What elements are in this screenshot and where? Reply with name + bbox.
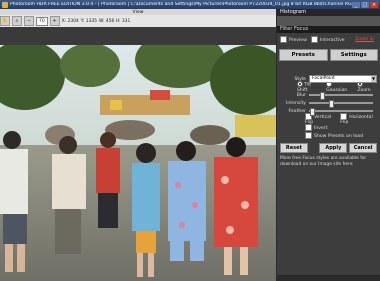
menu-view[interactable]: View	[133, 10, 144, 15]
interactive-checkbox[interactable]: Interactive	[310, 36, 345, 43]
intensity-label: Intensity	[286, 100, 306, 106]
filter-focus-header: Filter Focus	[277, 26, 380, 33]
zoom-in-icon[interactable]: +	[49, 16, 60, 26]
horizontal-flip-checkbox[interactable]: Horizontal Flip	[340, 113, 377, 125]
window-title: Photoroom HDR FREE EDITION 3.0.4 - [ Pho…	[10, 2, 352, 7]
style-select[interactable]: FocalPoint ▼	[309, 75, 377, 83]
zoom-out-icon[interactable]: −	[24, 16, 34, 26]
invert-checkbox[interactable]: Invert	[305, 123, 328, 131]
blur-label: Blur	[296, 92, 306, 98]
title-bar: Photoroom HDR FREE EDITION 3.0.4 - [ Pho…	[0, 0, 380, 9]
zoom-tool-icon[interactable]: ⌕	[12, 16, 22, 26]
tab-presets[interactable]: Presets	[279, 49, 328, 61]
flip-row: Vertical Flip Horizontal Flip	[277, 113, 380, 125]
feather-slider[interactable]	[309, 108, 373, 116]
cancel-button[interactable]: Cancel	[349, 143, 377, 153]
close-button[interactable]: ×	[370, 1, 378, 8]
tab-settings[interactable]: Settings	[329, 49, 378, 61]
show-presets-row: Show Presets on load	[277, 131, 380, 139]
preview-checkbox[interactable]: Preview	[280, 36, 307, 43]
cursor-x-readout: X: 2304	[61, 18, 79, 24]
image-info-readout: W: 456 H: 331	[98, 18, 131, 24]
filter-panel: Histogram Filter Focus Preview Interacti…	[277, 9, 380, 275]
preview-options: Preview Interactive Zoom In	[277, 33, 380, 46]
mode-row: Tilt Shift Gaussian Zoom	[277, 81, 380, 93]
app-icon	[2, 1, 8, 8]
histogram-area	[277, 16, 380, 26]
window-controls: _ □ ×	[352, 1, 378, 8]
reset-button[interactable]: Reset	[280, 143, 308, 153]
cursor-y-readout: Y: 1335	[80, 18, 97, 24]
show-presets-checkbox[interactable]: Show Presets on load	[305, 131, 363, 139]
zoom-link[interactable]: Zoom In	[355, 37, 374, 42]
minimize-button[interactable]: _	[352, 1, 360, 8]
histogram-header[interactable]: Histogram	[277, 9, 380, 16]
photo-image	[0, 45, 276, 281]
image-canvas[interactable]	[0, 27, 276, 281]
maximize-button[interactable]: □	[361, 1, 369, 8]
chevron-down-icon: ▼	[371, 76, 376, 82]
panel-tabs: Presets Settings	[277, 49, 380, 61]
info-text: More free Focus styles are available for…	[280, 156, 367, 167]
blur-slider[interactable]	[309, 92, 373, 100]
intensity-slider[interactable]	[309, 100, 373, 108]
intensity-row: Intensity	[277, 99, 380, 108]
style-row: Style FocalPoint ▼	[277, 75, 380, 83]
zoom-field[interactable]: 70	[36, 16, 48, 26]
hand-tool-icon[interactable]: ✋	[0, 16, 10, 26]
action-buttons: Reset Apply Cancel	[277, 143, 380, 153]
apply-button[interactable]: Apply	[319, 143, 348, 153]
